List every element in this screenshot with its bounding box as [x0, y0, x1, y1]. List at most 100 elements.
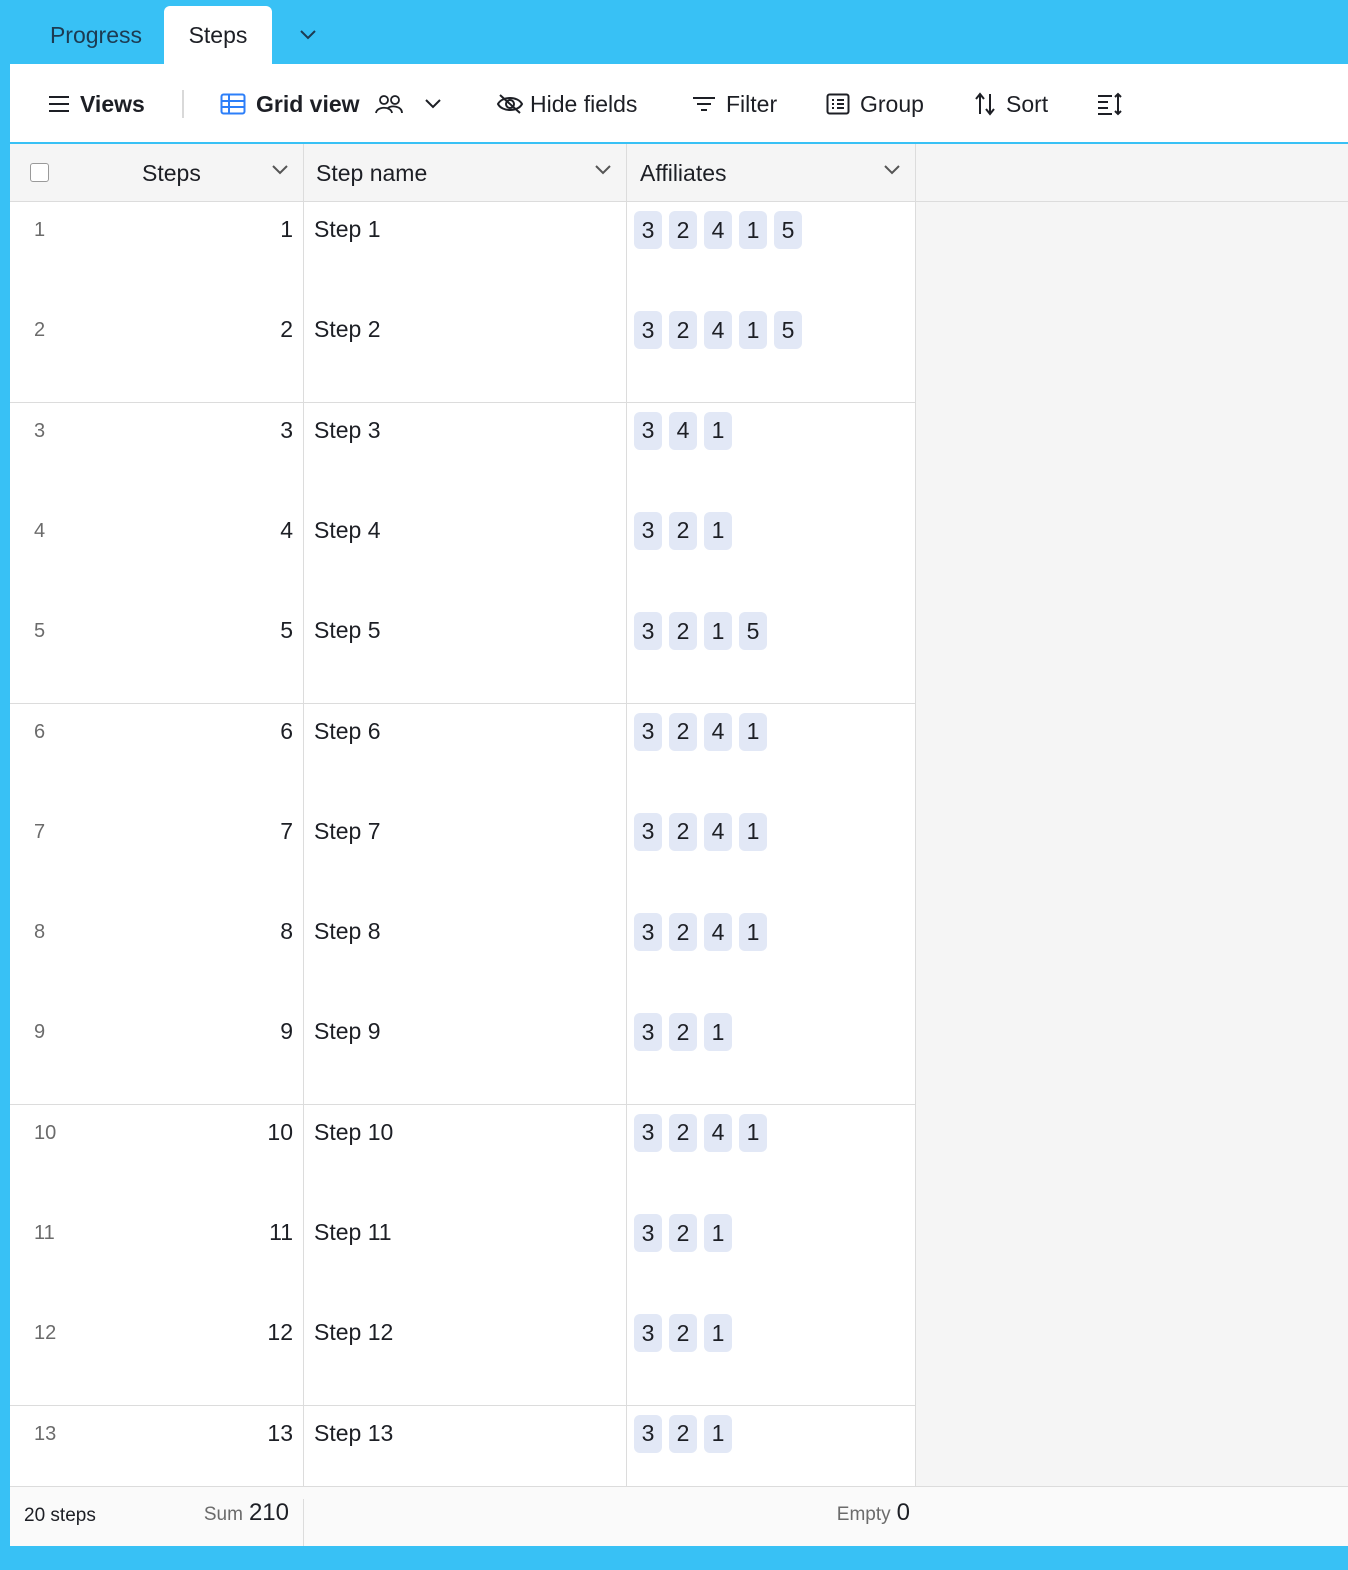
table-row[interactable]: 12 12 Step 12 3 2 1: [10, 1305, 916, 1407]
affiliates-cell[interactable]: 321: [627, 1305, 916, 1406]
affiliates-cell[interactable]: 3241: [627, 703, 916, 804]
view-switcher[interactable]: Grid view: [220, 64, 442, 144]
affiliate-chip[interactable]: 4: [704, 712, 732, 751]
affiliate-chip[interactable]: 2: [669, 712, 697, 751]
tables-menu-button[interactable]: [288, 6, 328, 64]
step-name-cell[interactable]: Step 12: [304, 1305, 627, 1406]
step-name-cell[interactable]: Step 10: [304, 1104, 627, 1205]
step-name-cell[interactable]: Step 11: [304, 1205, 627, 1305]
empty-summary[interactable]: Empty 0: [304, 1499, 910, 1527]
affiliate-chip[interactable]: 1: [704, 1013, 732, 1052]
steps-cell[interactable]: 10 10: [10, 1104, 304, 1205]
row-height-button[interactable]: [1096, 64, 1124, 144]
table-row[interactable]: 4 4 Step 4321: [10, 502, 916, 604]
table-row[interactable]: 9 9 Step 9321: [10, 1004, 916, 1106]
steps-cell[interactable]: 11 11: [10, 1205, 304, 1305]
affiliate-chip[interactable]: 5: [774, 211, 802, 249]
chevron-down-icon[interactable]: [594, 164, 612, 176]
table-row[interactable]: 2 2 Step 232415: [10, 302, 916, 404]
affiliate-chip[interactable]: 2: [669, 1113, 697, 1152]
affiliate-chip[interactable]: 3: [634, 211, 662, 249]
affiliate-chip[interactable]: 2: [669, 612, 697, 651]
affiliates-cell[interactable]: 341: [627, 402, 916, 503]
step-name-cell[interactable]: Step 6: [304, 703, 627, 804]
steps-cell[interactable]: 22: [10, 302, 304, 403]
step-name-cell[interactable]: Step 9: [304, 1004, 627, 1105]
affiliate-chip[interactable]: 2: [669, 311, 697, 350]
affiliate-chip[interactable]: 3: [634, 1013, 662, 1052]
affiliate-chip[interactable]: 1: [704, 612, 732, 651]
hide-fields-button[interactable]: Hide fields: [496, 64, 637, 144]
affiliate-chip[interactable]: 3: [634, 812, 662, 851]
step-name-cell[interactable]: Step 7: [304, 803, 627, 904]
views-button[interactable]: Views: [48, 64, 145, 144]
tab-progress[interactable]: Progress: [26, 6, 166, 64]
affiliate-chip[interactable]: 1: [739, 712, 767, 751]
affiliate-chip[interactable]: 1: [704, 1414, 732, 1453]
steps-cell[interactable]: 66: [10, 703, 304, 804]
tab-steps[interactable]: Steps: [164, 6, 272, 64]
affiliates-cell[interactable]: 3241: [627, 803, 916, 904]
affiliate-chip[interactable]: 2: [669, 1414, 697, 1453]
affiliates-cell[interactable]: 321: [627, 1205, 916, 1305]
sum-summary[interactable]: Sum 210: [10, 1499, 304, 1546]
affiliate-chip[interactable]: 3: [634, 511, 662, 550]
affiliate-chip[interactable]: 1: [739, 1113, 767, 1152]
affiliate-chip[interactable]: 4: [704, 812, 732, 851]
table-row[interactable]: 3 3 Step 3341: [10, 402, 916, 504]
affiliate-chip[interactable]: 1: [739, 311, 767, 350]
affiliate-chip[interactable]: 1: [704, 1314, 732, 1353]
affiliates-cell[interactable]: 32415: [627, 202, 916, 302]
affiliates-cell[interactable]: 321: [627, 502, 916, 603]
sort-button[interactable]: Sort: [974, 64, 1048, 144]
column-header-steps[interactable]: Steps: [10, 144, 304, 202]
step-name-cell[interactable]: Step 4: [304, 502, 627, 603]
table-row[interactable]: 11 11 Step 11 3 2 1: [10, 1205, 916, 1306]
affiliates-cell[interactable]: 32415: [627, 302, 916, 403]
table-row[interactable]: 7 7 Step 73241: [10, 803, 916, 905]
steps-cell[interactable]: 88: [10, 904, 304, 1005]
affiliate-chip[interactable]: 2: [669, 1314, 697, 1353]
step-name-cell[interactable]: Step 5: [304, 603, 627, 704]
affiliate-chip[interactable]: 4: [704, 913, 732, 952]
steps-cell[interactable]: 11: [10, 202, 304, 302]
column-header-step-name[interactable]: Step name: [304, 144, 627, 202]
affiliate-chip[interactable]: 1: [739, 913, 767, 952]
affiliate-chip[interactable]: 2: [669, 511, 697, 550]
affiliate-chip[interactable]: 3: [634, 1214, 662, 1252]
affiliate-chip[interactable]: 1: [704, 511, 732, 550]
step-name-cell[interactable]: Step 3: [304, 402, 627, 503]
affiliate-chip[interactable]: 1: [704, 1214, 732, 1252]
affiliate-chip[interactable]: 3: [634, 712, 662, 751]
steps-cell[interactable]: 12 12: [10, 1305, 304, 1406]
affiliate-chip[interactable]: 3: [634, 1414, 662, 1453]
affiliates-cell[interactable]: 3241: [627, 1104, 916, 1205]
chevron-down-icon[interactable]: [883, 164, 901, 176]
affiliate-chip[interactable]: 5: [774, 311, 802, 350]
affiliates-cell[interactable]: 3215: [627, 603, 916, 704]
affiliate-chip[interactable]: 4: [704, 311, 732, 350]
column-header-affiliates[interactable]: Affiliates: [627, 144, 916, 202]
chevron-down-icon[interactable]: [271, 164, 289, 176]
affiliate-chip[interactable]: 4: [704, 211, 732, 249]
affiliate-chip[interactable]: 3: [634, 913, 662, 952]
affiliate-chip[interactable]: 2: [669, 913, 697, 952]
table-row[interactable]: 10 10 Step 10 3 2 4 1: [10, 1104, 916, 1206]
step-name-cell[interactable]: Step 1: [304, 202, 627, 302]
affiliate-chip[interactable]: 3: [634, 1314, 662, 1353]
affiliate-chip[interactable]: 2: [669, 812, 697, 851]
steps-cell[interactable]: 33: [10, 402, 304, 503]
affiliate-chip[interactable]: 1: [704, 411, 732, 450]
affiliate-chip[interactable]: 3: [634, 311, 662, 350]
affiliate-chip[interactable]: 1: [739, 812, 767, 851]
affiliate-chip[interactable]: 3: [634, 1113, 662, 1152]
step-name-cell[interactable]: Step 2: [304, 302, 627, 403]
select-all-checkbox[interactable]: [30, 163, 49, 182]
affiliate-chip[interactable]: 2: [669, 211, 697, 249]
steps-cell[interactable]: 99: [10, 1004, 304, 1105]
affiliate-chip[interactable]: 3: [634, 411, 662, 450]
affiliate-chip[interactable]: 4: [704, 1113, 732, 1152]
table-row[interactable]: 1 1 Step 132415: [10, 202, 916, 303]
affiliate-chip[interactable]: 3: [634, 612, 662, 651]
steps-cell[interactable]: 77: [10, 803, 304, 904]
